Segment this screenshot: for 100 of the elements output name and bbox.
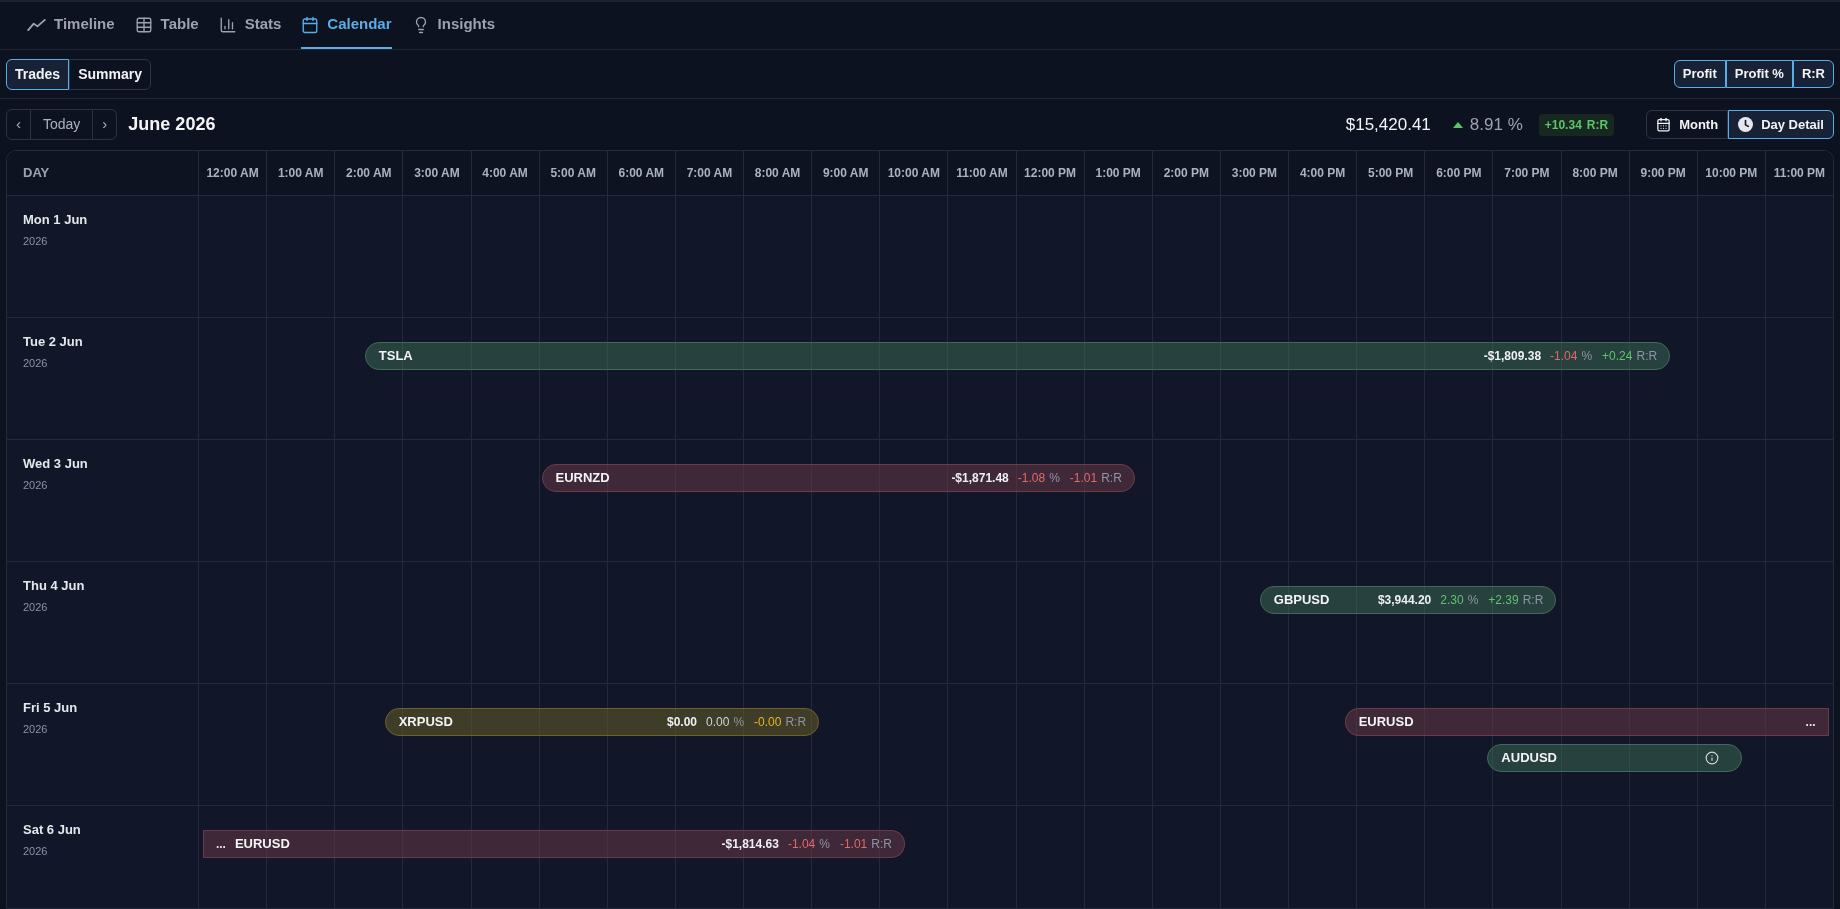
percent-unit: % <box>1467 592 1479 609</box>
hour-header: 8:00 AM <box>754 165 801 182</box>
hour-header: 4:00 PM <box>1299 165 1346 182</box>
rr-value: +10.34 <box>1544 116 1582 134</box>
percent-unit: % <box>819 836 830 853</box>
range-toggle-button[interactable]: Day Detail <box>1728 110 1834 139</box>
trade-symbol: AUDUSD <box>1501 749 1557 768</box>
nav-tab[interactable]: Insights <box>411 2 496 49</box>
year-label: 2026 <box>23 477 49 493</box>
trade-bar[interactable]: TSLA -$1,809.38 -1.04 % +0.24 R:R <box>364 342 1671 370</box>
rr-value: -1.01 <box>1069 470 1098 487</box>
year-label: 2026 <box>23 843 49 859</box>
hour-header: 11:00 PM <box>1773 165 1826 182</box>
hour-header: 11:00 AM <box>956 165 1008 182</box>
rr-unit: R:R <box>785 714 807 731</box>
trade-bar[interactable]: ... EURUSD -$1,814.63 -1.04 % -1.01 R:R <box>202 830 905 858</box>
view-toggle-button[interactable]: Trades <box>6 58 70 90</box>
trade-bar[interactable]: EURUSD ... <box>1344 708 1829 736</box>
range-toggle-button[interactable]: Month <box>1646 110 1729 139</box>
year-label: 2026 <box>23 721 49 737</box>
nav-tab[interactable]: Stats <box>218 2 282 49</box>
trade-symbol: EURNZD <box>555 469 610 488</box>
hour-header: 10:00 PM <box>1705 165 1758 182</box>
hour-header: 7:00 PM <box>1504 165 1550 182</box>
percent-value: 0.00 <box>706 714 730 731</box>
rr-value: +0.24 <box>1602 348 1633 365</box>
day-label: Mon 1 Jun <box>23 211 89 229</box>
hour-header: 9:00 PM <box>1640 165 1686 182</box>
rr-value: -0.00 <box>754 714 782 731</box>
hour-header: 4:00 AM <box>482 165 528 182</box>
hour-header: 2:00 PM <box>1163 165 1209 182</box>
rr-unit: R:R <box>871 836 892 853</box>
rr-value: +2.39 <box>1488 592 1519 609</box>
year-label: 2026 <box>23 233 49 249</box>
trade-bar[interactable]: XRPUSD $0.00 0.00 % -0.00 R:R <box>384 708 820 736</box>
bar-chart-icon <box>218 15 237 34</box>
metric-toggle-button[interactable]: Profit % <box>1725 60 1793 88</box>
day-label: Fri 5 Jun <box>23 699 79 717</box>
pnl-amount: $0.00 <box>667 714 698 731</box>
calendar-icon <box>1656 117 1672 132</box>
percent-value: -1.04 <box>1550 348 1578 365</box>
trade-bar[interactable]: GBPUSD $3,944.20 2.30 % +2.39 R:R <box>1259 586 1557 614</box>
previous-button[interactable]: ‹ <box>6 109 31 140</box>
percent-unit: % <box>1581 348 1593 365</box>
hour-header: 6:00 AM <box>618 165 665 182</box>
hour-header: 2:00 AM <box>346 165 392 182</box>
rr-value: -1.01 <box>839 836 868 853</box>
next-button[interactable]: › <box>92 109 118 140</box>
percent-value: -1.04 <box>787 836 816 853</box>
year-label: 2026 <box>23 355 49 371</box>
hour-header: 10:00 AM <box>887 165 940 182</box>
percent-value: 2.30 <box>1440 592 1464 609</box>
hour-header: 9:00 AM <box>822 165 869 182</box>
hour-header: 1:00 AM <box>277 165 324 182</box>
rr-unit: R:R <box>1636 348 1658 365</box>
percent-value: -1.08 <box>1017 470 1046 487</box>
day-label: Thu 4 Jun <box>23 577 86 595</box>
hour-header: 12:00 AM <box>206 165 259 182</box>
pnl-amount: -$1,871.48 <box>951 470 1009 487</box>
trade-symbol: TSLA <box>378 347 413 366</box>
pnl-amount: -$1,814.63 <box>721 836 779 853</box>
today-button[interactable]: Today <box>31 109 93 140</box>
calendar-icon <box>301 15 320 34</box>
rr-unit: R:R <box>1586 116 1609 134</box>
trade-symbol: EURUSD <box>1358 713 1414 732</box>
year-label: 2026 <box>23 599 49 615</box>
nav-tab[interactable]: Calendar <box>301 2 392 49</box>
rr-unit: R:R <box>1101 470 1122 487</box>
day-label: Wed 3 Jun <box>23 455 89 473</box>
trade-symbol: EURUSD <box>234 835 290 854</box>
rr-unit: R:R <box>1522 592 1544 609</box>
hour-header: 7:00 AM <box>686 165 733 182</box>
hour-header: 3:00 PM <box>1231 165 1278 182</box>
day-label: Sat 6 Jun <box>23 821 82 839</box>
hour-header: 5:00 AM <box>550 165 596 182</box>
metric-toggle-button[interactable]: Profit <box>1673 60 1726 88</box>
trade-symbol: GBPUSD <box>1273 591 1330 610</box>
clock-icon <box>1738 117 1754 132</box>
trade-bar[interactable]: EURNZD -$1,871.48 -1.08 % -1.01 R:R <box>541 464 1135 492</box>
ellipsis-text: ... <box>215 836 226 853</box>
nav-tab[interactable]: Timeline <box>27 2 115 49</box>
day-label: Tue 2 Jun <box>23 333 84 351</box>
view-toggle-button[interactable]: Summary <box>69 58 151 90</box>
metric-toggle-button[interactable]: R:R <box>1792 60 1834 88</box>
info-icon[interactable] <box>1705 751 1720 765</box>
table-icon <box>134 15 153 34</box>
hour-header: 12:00 PM <box>1024 165 1077 182</box>
percent-unit: % <box>733 714 745 731</box>
day-column-header: DAY <box>23 164 50 183</box>
percent-unit: % <box>1049 470 1060 487</box>
trade-bar[interactable]: AUDUSD <box>1487 744 1743 772</box>
line-chart-icon <box>27 18 46 31</box>
hour-header: 3:00 AM <box>414 165 460 182</box>
nav-tab[interactable]: Table <box>134 2 199 49</box>
trade-symbol: XRPUSD <box>398 713 453 732</box>
period-title: June 2026 <box>128 113 216 136</box>
hour-header: 5:00 PM <box>1368 165 1414 182</box>
hour-header: 1:00 PM <box>1095 165 1141 182</box>
pnl-amount: $3,944.20 <box>1377 592 1432 609</box>
ellipsis-text: ... <box>1805 714 1816 731</box>
